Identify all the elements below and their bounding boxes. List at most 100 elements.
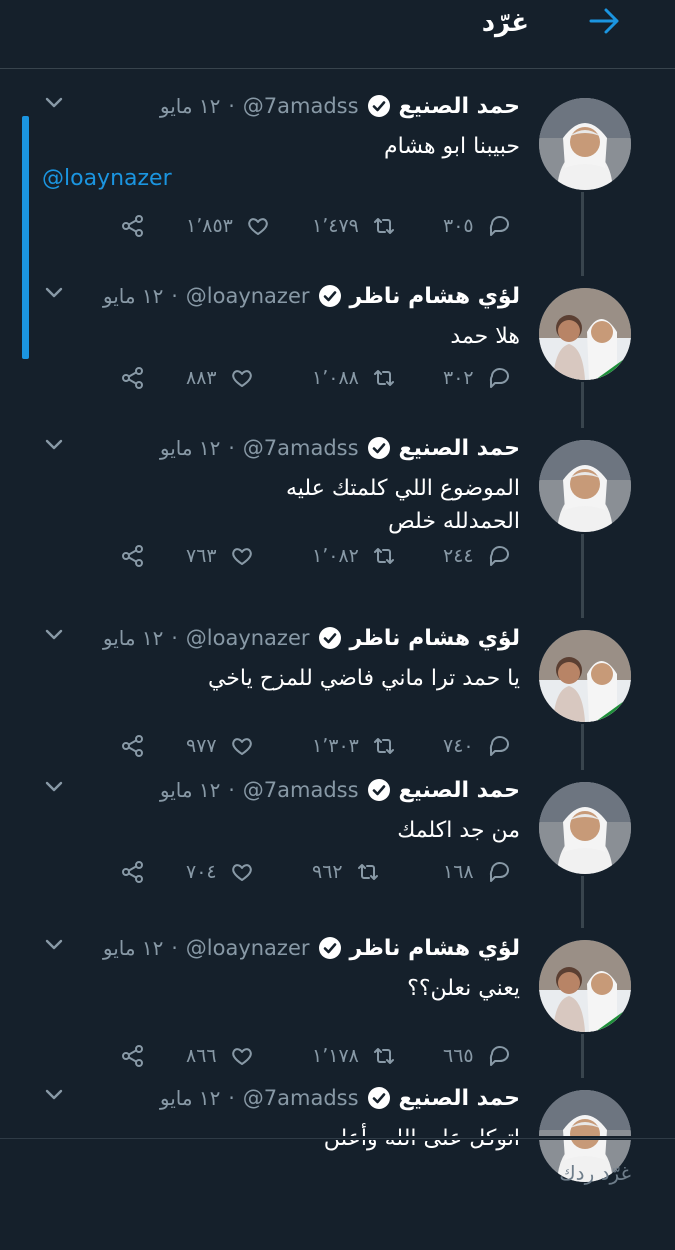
reply-box[interactable]: غرّد ردك <box>0 1138 675 1201</box>
retweet-button[interactable]: ١٬٠٨٨ <box>312 360 397 396</box>
retweet-count: ١٬١٧٨ <box>312 1045 359 1067</box>
share-button[interactable] <box>120 1038 146 1074</box>
retweet-icon <box>373 370 394 386</box>
tweet-actions: ١٦٨ ٩٦٢ ٧٠٤ <box>0 854 675 894</box>
author-handle[interactable]: @loaynazer <box>186 626 310 650</box>
author-handle[interactable]: @loaynazer <box>186 284 310 308</box>
author-name[interactable]: حمد الصنيع <box>399 1086 520 1111</box>
author-name[interactable]: لؤي هشام ناظر <box>350 936 521 961</box>
reply-count: ٧٤٠ <box>443 735 474 757</box>
author-handle[interactable]: @7amadss <box>243 778 359 802</box>
reply-button[interactable]: ٧٤٠ <box>443 728 512 764</box>
share-button[interactable] <box>120 728 146 764</box>
like-button[interactable]: ٨٨٣ <box>186 360 255 396</box>
retweet-icon <box>357 864 378 880</box>
share-button[interactable] <box>120 538 146 574</box>
avatar[interactable] <box>539 940 631 1032</box>
tweet-date[interactable]: ١٢ مايو <box>160 1086 221 1110</box>
retweet-button[interactable]: ١٬٤٧٩ <box>312 208 397 244</box>
thread-connector-line <box>581 876 584 928</box>
retweet-button[interactable]: ١٬٠٨٢ <box>312 538 397 574</box>
author-handle[interactable]: @7amadss <box>243 1086 359 1110</box>
like-count: ٨٨٣ <box>186 367 217 389</box>
tweet-date[interactable]: ١٢ مايو <box>103 936 164 960</box>
verified-badge-icon <box>367 779 390 801</box>
chevron-down-icon[interactable] <box>42 432 66 456</box>
chevron-down-icon[interactable] <box>42 774 66 798</box>
separator-dot: · <box>228 94 235 118</box>
tweet-text: من جد اكلمك <box>397 818 520 843</box>
author-name[interactable]: حمد الصنيع <box>399 94 520 119</box>
back-arrow-icon[interactable] <box>587 4 621 38</box>
avatar[interactable] <box>539 630 631 722</box>
chevron-down-icon[interactable] <box>42 90 66 114</box>
chevron-down-icon[interactable] <box>42 622 66 646</box>
reply-button[interactable]: ١٦٨ <box>443 854 512 890</box>
author-handle[interactable]: @7amadss <box>243 436 359 460</box>
retweet-count: ١٬٠٨٨ <box>312 367 359 389</box>
retweet-button[interactable]: ١٬١٧٨ <box>312 1038 397 1074</box>
reply-icon <box>489 546 509 566</box>
author-handle[interactable]: @loaynazer <box>186 936 310 960</box>
chevron-down-icon[interactable] <box>42 280 66 304</box>
reply-button[interactable]: ٦٦٥ <box>443 1038 512 1074</box>
like-button[interactable]: ٨٦٦ <box>186 1038 255 1074</box>
separator-dot: · <box>228 436 235 460</box>
like-button[interactable]: ٧٦٣ <box>186 538 255 574</box>
tweet-header: حمد الصنيع @7amadss · ١٢ مايو <box>160 88 520 124</box>
chevron-down-icon[interactable] <box>42 1082 66 1106</box>
avatar-image <box>539 940 631 1032</box>
like-button[interactable]: ١٬٨٥٣ <box>186 208 271 244</box>
heart-icon <box>231 370 252 387</box>
verified-badge-icon <box>367 95 390 117</box>
share-icon <box>122 215 143 237</box>
retweet-count: ١٬٤٧٩ <box>312 215 359 237</box>
like-button[interactable]: ٩٧٧ <box>186 728 255 764</box>
like-button[interactable]: ٧٠٤ <box>186 854 255 890</box>
retweet-count: ١٬٣٠٣ <box>312 735 359 757</box>
avatar[interactable] <box>539 98 631 190</box>
separator-dot: · <box>171 936 178 960</box>
retweet-count: ١٬٠٨٢ <box>312 545 359 567</box>
retweet-button[interactable]: ١٬٣٠٣ <box>312 728 397 764</box>
tweet-date[interactable]: ١٢ مايو <box>160 436 221 460</box>
heart-icon <box>231 864 252 881</box>
separator-dot: · <box>171 626 178 650</box>
author-name[interactable]: لؤي هشام ناظر <box>350 284 521 309</box>
share-button[interactable] <box>120 208 146 244</box>
avatar[interactable] <box>539 440 631 532</box>
tweet[interactable]: لؤي هشام ناظر @loaynazer · ١٢ مايو يعني … <box>0 930 675 1100</box>
separator-dot: · <box>228 1086 235 1110</box>
tweet[interactable]: حمد الصنيع @7amadss · ١٢ مايو الموضوع ال… <box>0 430 675 600</box>
mention-link[interactable]: @loaynazer <box>42 166 172 191</box>
chevron-down-icon[interactable] <box>42 932 66 956</box>
tweet[interactable]: لؤي هشام ناظر @loaynazer · ١٢ مايو يا حم… <box>0 620 675 790</box>
tweet-header: حمد الصنيع @7amadss · ١٢ مايو <box>160 1080 520 1116</box>
tweet-date[interactable]: ١٢ مايو <box>160 778 221 802</box>
tweet[interactable]: حمد الصنيع @7amadss · ١٢ مايو من جد اكلم… <box>0 772 675 942</box>
tweet-date[interactable]: ١٢ مايو <box>160 94 221 118</box>
tweet-actions: ٣٠٢ ١٬٠٨٨ ٨٨٣ <box>0 360 675 400</box>
retweet-button[interactable]: ٩٦٢ <box>312 854 381 890</box>
thread-connector-line <box>581 1034 584 1078</box>
author-handle[interactable]: @7amadss <box>243 94 359 118</box>
reply-button[interactable]: ٣٠٢ <box>443 360 512 396</box>
tweet-actions: ٢٤٤ ١٬٠٨٢ ٧٦٣ <box>0 538 675 578</box>
tweet[interactable]: حمد الصنيع @7amadss · ١٢ مايو حبيبنا ابو… <box>0 88 675 258</box>
retweet-icon <box>373 738 394 754</box>
tweet[interactable]: لؤي هشام ناظر @loaynazer · ١٢ مايو هلا ح… <box>0 278 675 448</box>
tweet-header: لؤي هشام ناظر @loaynazer · ١٢ مايو <box>103 620 520 656</box>
reply-button[interactable]: ٢٤٤ <box>443 538 512 574</box>
verified-badge-icon <box>367 437 390 459</box>
share-button[interactable] <box>120 854 146 890</box>
tweet-text: يا حمد ترا ماني فاضي للمزح ياخي <box>207 666 520 691</box>
author-name[interactable]: حمد الصنيع <box>399 436 520 461</box>
author-name[interactable]: لؤي هشام ناظر <box>350 626 521 651</box>
tweet-actions: ٣٠٥ ١٬٤٧٩ ١٬٨٥٣ <box>0 208 675 248</box>
author-name[interactable]: حمد الصنيع <box>399 778 520 803</box>
reply-button[interactable]: ٣٠٥ <box>443 208 512 244</box>
verified-badge-icon <box>318 937 341 959</box>
tweet-date[interactable]: ١٢ مايو <box>103 284 164 308</box>
tweet-date[interactable]: ١٢ مايو <box>103 626 164 650</box>
share-button[interactable] <box>120 360 146 396</box>
